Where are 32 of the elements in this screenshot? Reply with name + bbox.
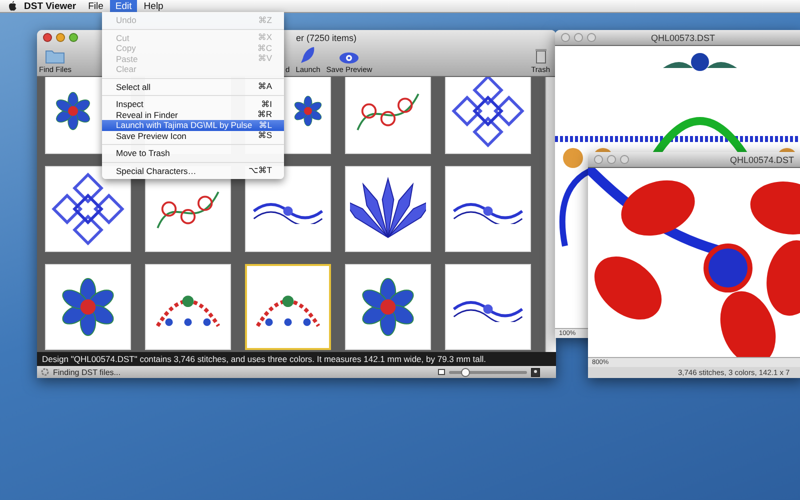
window-title: QHL00573.DST (650, 32, 715, 42)
menu-item[interactable]: Reveal in Finder ⌘R (102, 110, 284, 120)
small-image-icon (438, 369, 445, 375)
menu-item[interactable]: Move to Trash (102, 148, 284, 158)
menu-item[interactable]: Launch with Tajima DG\ML by Pulse ⌘L (102, 120, 284, 130)
menu-item[interactable]: Special Characters… ⌥⌘T (102, 166, 284, 176)
thumbnail[interactable] (445, 166, 531, 252)
menu-title[interactable]: Edit (110, 0, 137, 12)
design-info: Design "QHL00574.DST" contains 3,746 stitches, and uses three colors. It measures 142.1 mm wide, by 79.3 mm tall. (37, 352, 556, 366)
thumbnail[interactable] (445, 264, 531, 350)
window-title: QHL00574.DST (730, 154, 794, 164)
apple-icon[interactable] (8, 1, 17, 11)
spinner-icon (41, 368, 49, 376)
minimize-button[interactable] (56, 33, 65, 42)
app-menu[interactable]: DST Viewer (19, 0, 82, 12)
zoom-button[interactable] (69, 33, 78, 42)
status-text: Finding DST files... (53, 368, 122, 376)
trash-icon (534, 48, 547, 64)
close-button[interactable] (43, 33, 52, 42)
menu-item[interactable]: Inspect ⌘I (102, 99, 284, 110)
window-title: er (7250 items) (296, 32, 357, 42)
menu-item[interactable]: Save Preview Icon ⌘S (102, 130, 284, 141)
scrollbar[interactable] (545, 77, 556, 352)
menu-item[interactable]: Select all ⌘A (102, 82, 284, 92)
thumbnail[interactable] (245, 166, 331, 252)
folder-icon (45, 48, 66, 64)
slider-thumb[interactable] (460, 368, 470, 376)
eye-icon (339, 52, 360, 64)
large-image-icon (531, 368, 540, 376)
size-slider[interactable] (449, 370, 527, 374)
menu-title[interactable]: File (83, 0, 108, 12)
menu-title[interactable]: Help (138, 0, 168, 12)
